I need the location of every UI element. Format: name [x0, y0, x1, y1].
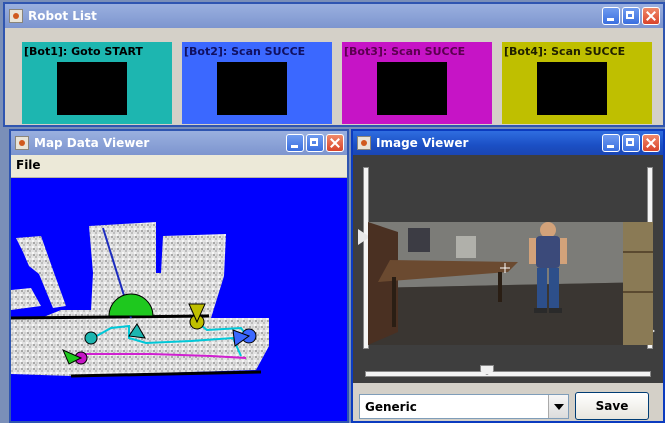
image-viewer-window: Image Viewer Generic Save	[351, 129, 665, 423]
view-mode-selected-value: Generic	[365, 400, 417, 414]
bot2-camera-preview	[217, 62, 287, 115]
bot1-camera-preview	[57, 62, 127, 115]
bot4-camera-preview	[537, 62, 607, 115]
save-button[interactable]: Save	[575, 392, 649, 420]
bot4-panel[interactable]: [Bot4]: Scan SUCCE	[502, 42, 652, 124]
java-app-icon	[9, 9, 23, 23]
close-icon[interactable]	[326, 134, 344, 152]
robot-list-window: Robot List [Bot1]: Goto START [Bot2]: Sc…	[3, 2, 665, 127]
minimize-icon[interactable]	[286, 134, 304, 152]
maximize-icon[interactable]	[622, 134, 640, 152]
image-viewer-title: Image Viewer	[376, 136, 469, 150]
bot3-camera-preview	[377, 62, 447, 115]
robot-list-titlebar[interactable]: Robot List	[5, 4, 663, 28]
robot-list-title: Robot List	[28, 9, 97, 23]
bot3-panel[interactable]: [Bot3]: Scan SUCCE	[342, 42, 492, 124]
map-menubar: File	[11, 155, 347, 178]
map-viewer-title: Map Data Viewer	[34, 136, 150, 150]
bot1-panel[interactable]: [Bot1]: Goto START	[22, 42, 172, 124]
close-icon[interactable]	[642, 134, 660, 152]
bot3-status-label: [Bot3]: Scan SUCCE	[344, 45, 466, 58]
maximize-icon[interactable]	[622, 7, 640, 25]
bot4-status-label: [Bot4]: Scan SUCCE	[504, 45, 626, 58]
minimize-icon[interactable]	[602, 134, 620, 152]
horizontal-slider[interactable]	[365, 371, 651, 377]
map-canvas[interactable]	[11, 178, 347, 421]
image-viewer-titlebar[interactable]: Image Viewer	[353, 131, 663, 155]
camera-image	[368, 222, 653, 345]
file-menu[interactable]: File	[16, 158, 41, 172]
map-viewer-window: Map Data Viewer File	[9, 129, 349, 423]
map-left-fragment	[11, 288, 41, 310]
bot1-status-label: [Bot1]: Goto START	[24, 45, 143, 58]
java-app-icon	[15, 136, 29, 150]
bot2-panel[interactable]: [Bot2]: Scan SUCCE	[182, 42, 332, 124]
view-mode-select[interactable]: Generic	[359, 394, 569, 419]
map-viewer-titlebar[interactable]: Map Data Viewer	[11, 131, 347, 155]
minimize-icon[interactable]	[602, 7, 620, 25]
java-app-icon	[357, 136, 371, 150]
bot2-status-label: [Bot2]: Scan SUCCE	[184, 45, 306, 58]
maximize-icon[interactable]	[306, 134, 324, 152]
close-icon[interactable]	[642, 7, 660, 25]
occupancy-map	[11, 222, 269, 378]
chevron-down-icon[interactable]	[548, 395, 568, 418]
robot-marker	[84, 331, 98, 345]
